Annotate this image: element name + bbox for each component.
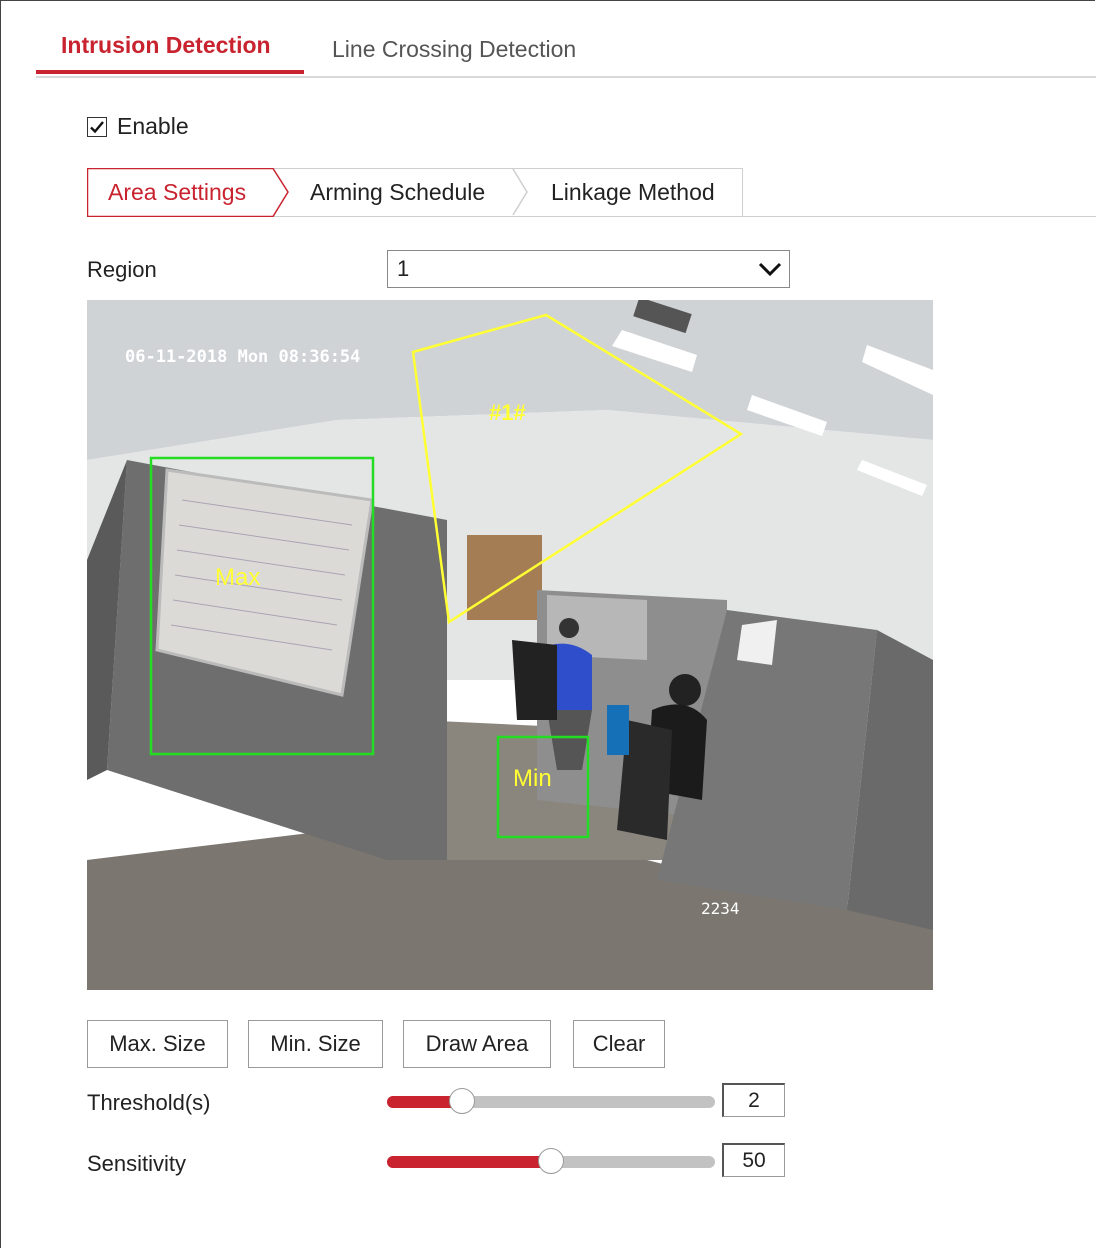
video-timestamp: 06-11-2018 Mon 08:36:54 — [125, 347, 360, 367]
draw-area-button[interactable]: Draw Area — [403, 1020, 551, 1068]
sensitivity-slider-fill — [387, 1156, 551, 1168]
person-head — [559, 618, 579, 638]
video-camera-label: 2234 — [701, 899, 740, 918]
threshold-slider-handle[interactable] — [449, 1088, 475, 1114]
sensitivity-slider-handle[interactable] — [538, 1148, 564, 1174]
monitor — [607, 705, 629, 755]
wall-papers — [737, 620, 777, 665]
detection-region-label: #1# — [489, 400, 526, 425]
camera-preview[interactable]: 06-11-2018 Mon 08:36:54 2234 #1# Max Min — [87, 300, 933, 990]
threshold-label: Threshold(s) — [87, 1090, 211, 1115]
clear-button[interactable]: Clear — [573, 1020, 665, 1068]
sensitivity-slider[interactable] — [387, 1148, 715, 1174]
person-head — [669, 674, 701, 706]
camera-scene: 06-11-2018 Mon 08:36:54 2234 #1# Max Min — [87, 300, 933, 990]
settings-subtabs: Area Settings Arming Schedule Linkage Me… — [87, 168, 1096, 217]
threshold-value-field[interactable]: 2 — [722, 1083, 785, 1117]
sensitivity-label: Sensitivity — [87, 1151, 187, 1176]
enable-row: Enable — [87, 113, 189, 140]
subtab-arming-schedule[interactable]: Arming Schedule — [310, 168, 485, 216]
enable-label: Enable — [117, 113, 189, 139]
office-chair — [512, 640, 557, 720]
chevron-down-icon — [758, 262, 782, 277]
enable-checkbox[interactable] — [87, 116, 107, 137]
region-selected-value: 1 — [397, 256, 410, 281]
threshold-slider[interactable] — [387, 1088, 715, 1114]
subtab-area-settings[interactable]: Area Settings — [87, 168, 287, 216]
sensitivity-value-field[interactable]: 50 — [722, 1143, 785, 1177]
checkmark-icon — [90, 120, 104, 133]
region-select[interactable]: 1 — [387, 250, 790, 288]
active-tab-indicator — [36, 70, 304, 74]
region-label: Region — [87, 257, 157, 282]
min-size-button[interactable]: Min. Size — [248, 1020, 383, 1068]
tab-line-crossing-detection[interactable]: Line Crossing Detection — [332, 36, 576, 63]
max-size-button[interactable]: Max. Size — [87, 1020, 228, 1068]
subtab-linkage-method[interactable]: Linkage Method — [551, 168, 715, 216]
cork-board — [467, 535, 542, 620]
detection-tabs: Intrusion Detection Line Crossing Detect… — [36, 18, 1096, 78]
max-size-label: Max — [215, 564, 260, 591]
tab-intrusion-detection[interactable]: Intrusion Detection — [61, 32, 271, 59]
min-size-label: Min — [513, 765, 552, 792]
